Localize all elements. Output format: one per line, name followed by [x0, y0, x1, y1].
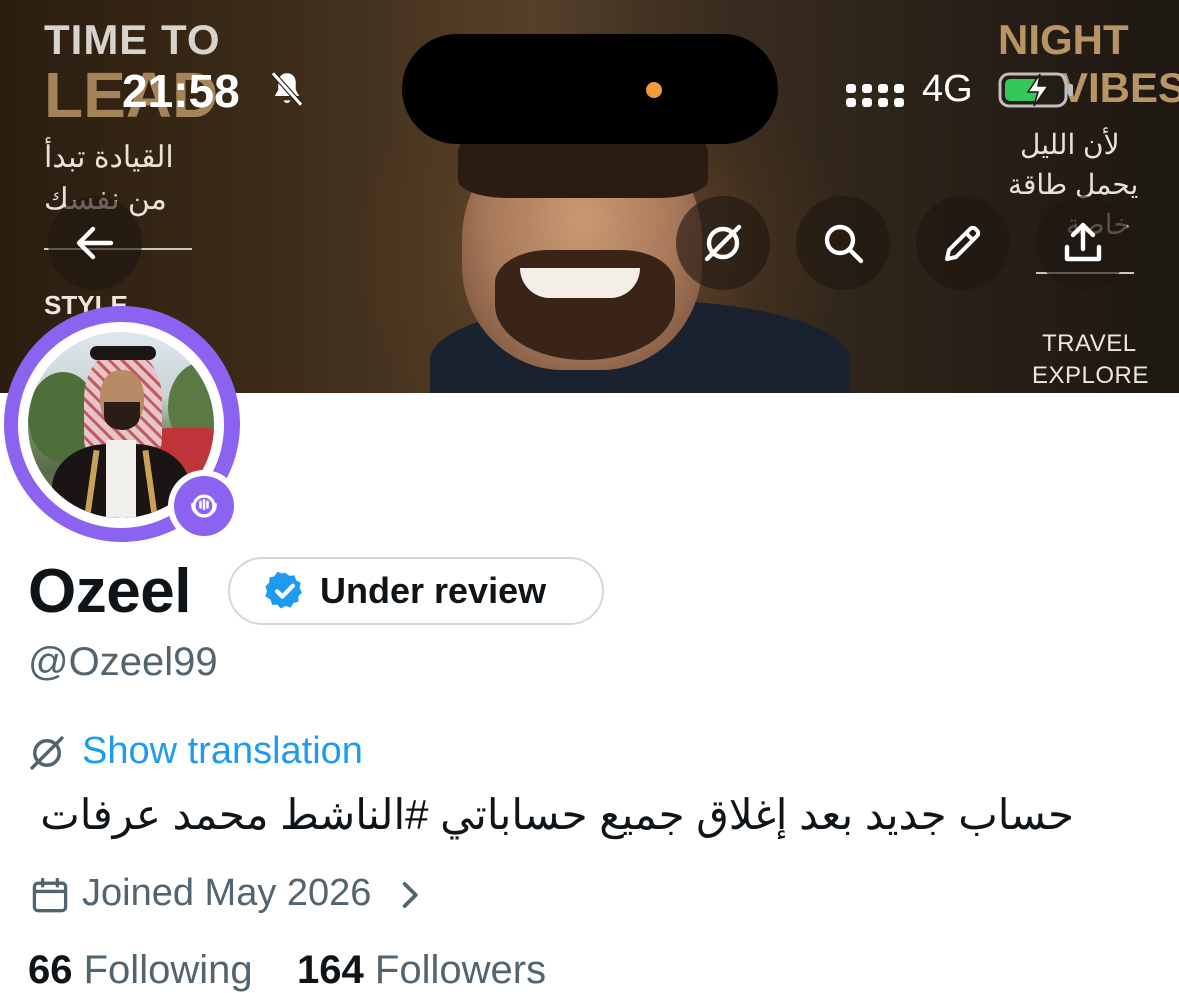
- status-time: 21:58: [122, 65, 240, 117]
- followers-count[interactable]: 164: [297, 948, 364, 992]
- dynamic-island: [402, 34, 778, 144]
- translate-icon: [704, 224, 742, 262]
- verification-status-label: Under review: [320, 570, 547, 611]
- avatar-thobe: [106, 440, 136, 518]
- banner-left-title: TIME TO: [44, 16, 221, 63]
- display-name: Ozeel: [28, 557, 191, 626]
- following-count[interactable]: 66: [28, 948, 73, 992]
- banner-person-smile: [520, 268, 640, 298]
- share-icon: [1064, 222, 1102, 262]
- calendar-icon: [32, 877, 68, 913]
- banner-right-footer-1: TRAVEL: [1042, 330, 1137, 357]
- followers-label[interactable]: Followers: [375, 948, 546, 992]
- show-translation-link[interactable]: Show translation: [82, 730, 363, 773]
- verification-status-pill[interactable]: Under review: [228, 557, 604, 625]
- search-icon: [824, 224, 864, 264]
- signal-icon: [846, 84, 904, 107]
- avatar-beard: [104, 402, 140, 430]
- verified-badge-icon: [265, 571, 302, 609]
- banner-person-beard: [495, 250, 675, 360]
- following-label[interactable]: Following: [84, 948, 253, 992]
- network-type: 4G: [922, 68, 973, 110]
- banner-right-footer-2: EXPLORE: [1032, 362, 1149, 389]
- banner-right-title-big: VIBES: [1060, 64, 1179, 111]
- banner-right-title: NIGHT: [998, 16, 1129, 63]
- banner-left-arabic-1: القيادة تبدأ: [44, 141, 174, 174]
- edit-icon: [945, 225, 981, 261]
- back-arrow-icon: [76, 226, 114, 260]
- spaces-badge-inner: [174, 476, 234, 536]
- search-button[interactable]: [796, 196, 890, 290]
- banner-right-arabic-1: لأن الليل: [1020, 129, 1120, 160]
- spaces-audio-icon: [191, 494, 217, 518]
- chevron-right-icon[interactable]: [396, 876, 426, 914]
- joined-date[interactable]: Joined May 2026: [82, 872, 371, 915]
- avatar-agal: [90, 346, 156, 360]
- share-button[interactable]: [1036, 196, 1130, 290]
- bell-slash-icon: [271, 71, 303, 107]
- edit-profile-button[interactable]: [916, 196, 1010, 290]
- privacy-indicator-dot: [646, 82, 662, 98]
- profile-bio: حساب جديد بعد إغلاق جميع حساباتي #الناشط…: [40, 791, 1074, 838]
- user-handle: @Ozeel99: [28, 640, 218, 684]
- back-button[interactable]: [48, 196, 142, 290]
- translate-icon: [30, 736, 64, 770]
- battery-charging-icon: [998, 72, 1073, 108]
- translate-button[interactable]: [676, 196, 770, 290]
